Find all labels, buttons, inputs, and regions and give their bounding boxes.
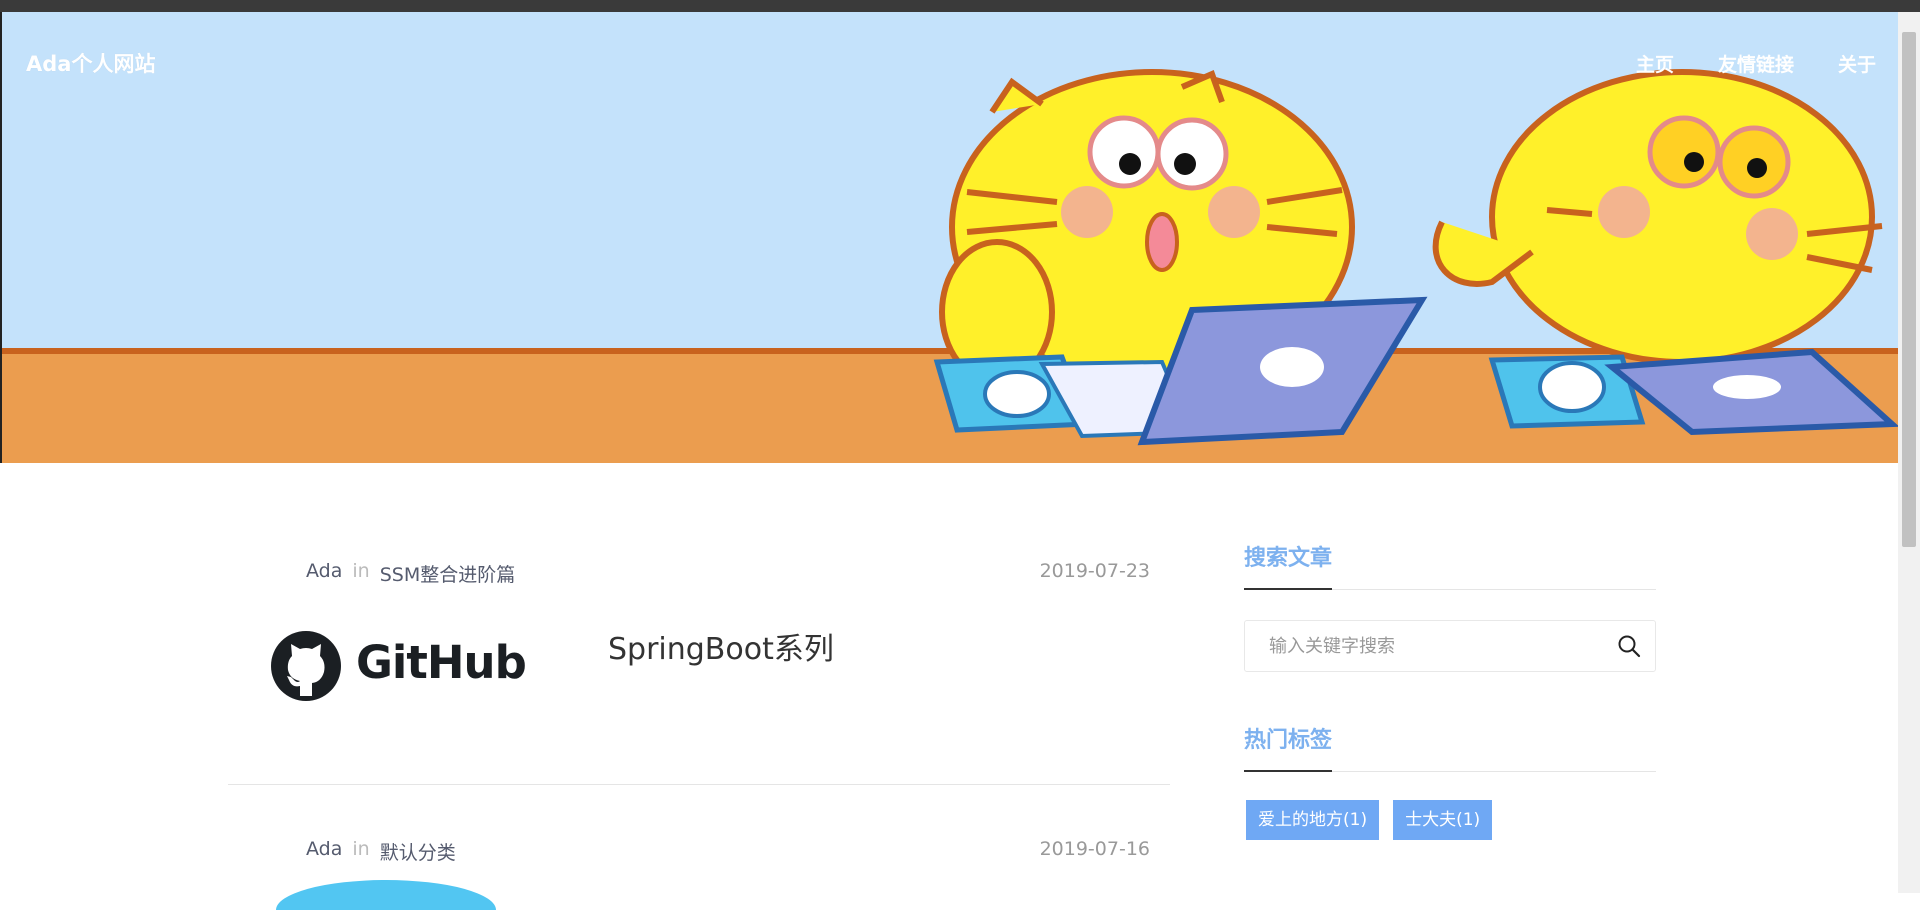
post-author[interactable]: Ada bbox=[306, 838, 342, 865]
main-nav: 主页 友情链接 关于 bbox=[1636, 50, 1876, 77]
search-icon[interactable] bbox=[1617, 634, 1641, 658]
nav-item-about[interactable]: 关于 bbox=[1838, 50, 1876, 77]
post-title[interactable]: SpringBoot系列 bbox=[608, 624, 834, 668]
search-box bbox=[1244, 620, 1656, 672]
tag-list: 爱上的地方(1) 士大夫(1) bbox=[1246, 800, 1493, 840]
tag-item[interactable]: 爱上的地方(1) bbox=[1246, 800, 1380, 840]
hero-banner: Ada个人网站 主页 友情链接 关于 bbox=[0, 12, 1900, 463]
page-scrollbar[interactable] bbox=[1898, 12, 1920, 893]
post-author[interactable]: Ada bbox=[306, 560, 342, 587]
tag-item[interactable]: 士大夫(1) bbox=[1393, 800, 1493, 840]
search-widget-title: 搜索文章 bbox=[1244, 546, 1333, 571]
widget-title-underline bbox=[1244, 588, 1332, 590]
nav-item-home[interactable]: 主页 bbox=[1636, 50, 1674, 77]
post-thumbnail[interactable] bbox=[276, 880, 496, 910]
post-meta-in: in bbox=[352, 838, 370, 860]
post-date: 2019-07-23 bbox=[1039, 560, 1150, 582]
tags-widget-title: 热门标签 bbox=[1244, 728, 1333, 753]
github-wordmark: GitHub bbox=[356, 636, 527, 689]
site-title[interactable]: Ada个人网站 bbox=[26, 48, 155, 78]
post-date: 2019-07-16 bbox=[1039, 838, 1150, 860]
post-meta: Ada in 默认分类 bbox=[306, 838, 456, 865]
scrollbar-thumb[interactable] bbox=[1902, 32, 1916, 547]
post-category[interactable]: SSM整合进阶篇 bbox=[380, 560, 516, 587]
widget-title-underline bbox=[1244, 770, 1332, 772]
thumbnail-shape bbox=[276, 880, 496, 910]
search-input[interactable] bbox=[1267, 621, 1611, 671]
github-icon bbox=[271, 631, 341, 701]
post-meta: Ada in SSM整合进阶篇 bbox=[306, 560, 515, 587]
nav-item-links[interactable]: 友情链接 bbox=[1718, 50, 1794, 77]
post-divider bbox=[228, 784, 1170, 785]
post-meta-in: in bbox=[352, 560, 370, 582]
browser-top-strip bbox=[0, 0, 1920, 12]
cartoon-cats-illustration bbox=[2, 69, 1900, 463]
post-category[interactable]: 默认分类 bbox=[380, 838, 456, 865]
